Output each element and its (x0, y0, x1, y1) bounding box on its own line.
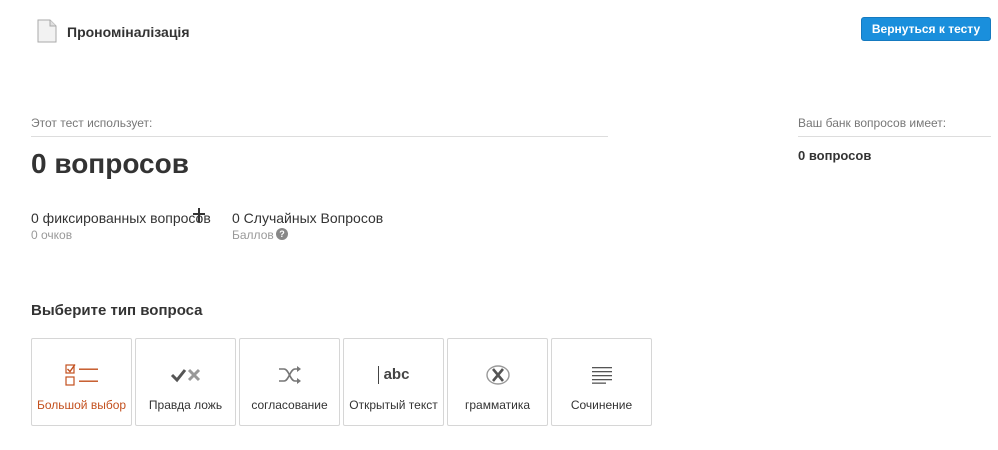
multiple-choice-icon (32, 363, 131, 387)
abc-text: abc (377, 366, 409, 384)
quiz-uses-label: Этот тест использует: (31, 116, 153, 130)
question-type-label: грамматика (464, 398, 531, 412)
random-questions-label: 0 Случайных Вопросов (232, 210, 384, 226)
abc-text-icon: abc (344, 363, 443, 387)
page: Прономіналізація Вернуться к тесту Этот … (0, 0, 998, 450)
question-type-label: согласование (251, 398, 328, 412)
question-type-list: Большой выбор Правда ложь согласование a… (31, 338, 652, 426)
back-to-quiz-button[interactable]: Вернуться к тесту (861, 17, 991, 41)
question-type-multiple-choice[interactable]: Большой выбор (31, 338, 132, 426)
question-type-label: Сочинение (570, 398, 633, 412)
divider (798, 136, 991, 137)
quiz-title: Прономіналізація (67, 24, 190, 40)
divider (31, 136, 608, 137)
question-bank-label: Ваш банк вопросов имеет: (798, 116, 947, 130)
essay-lines-icon (552, 363, 651, 387)
question-type-open-text[interactable]: abc Открытый текст (343, 338, 444, 426)
document-icon (37, 19, 57, 43)
grammar-icon (448, 363, 547, 387)
question-bank-count: 0 вопросов (798, 148, 872, 163)
true-false-icon (136, 363, 235, 387)
question-type-grammar[interactable]: грамматика (447, 338, 548, 426)
question-type-true-false[interactable]: Правда ложь (135, 338, 236, 426)
help-icon[interactable]: ? (276, 228, 288, 240)
question-type-label: Большой выбор (36, 398, 127, 412)
random-points-label: Баллов (232, 228, 274, 242)
question-type-label: Правда ложь (148, 398, 223, 412)
choose-question-type-heading: Выберите тип вопроса (31, 302, 203, 319)
question-count: 0 вопросов (31, 148, 189, 179)
fixed-questions-label: 0 фиксированных вопросов (31, 210, 211, 226)
shuffle-icon (240, 363, 339, 387)
question-type-label: Открытый текст (349, 398, 438, 412)
question-type-matching[interactable]: согласование (239, 338, 340, 426)
plus-icon[interactable] (193, 208, 205, 222)
question-type-essay[interactable]: Сочинение (551, 338, 652, 426)
fixed-points-label: 0 очков (31, 228, 73, 242)
